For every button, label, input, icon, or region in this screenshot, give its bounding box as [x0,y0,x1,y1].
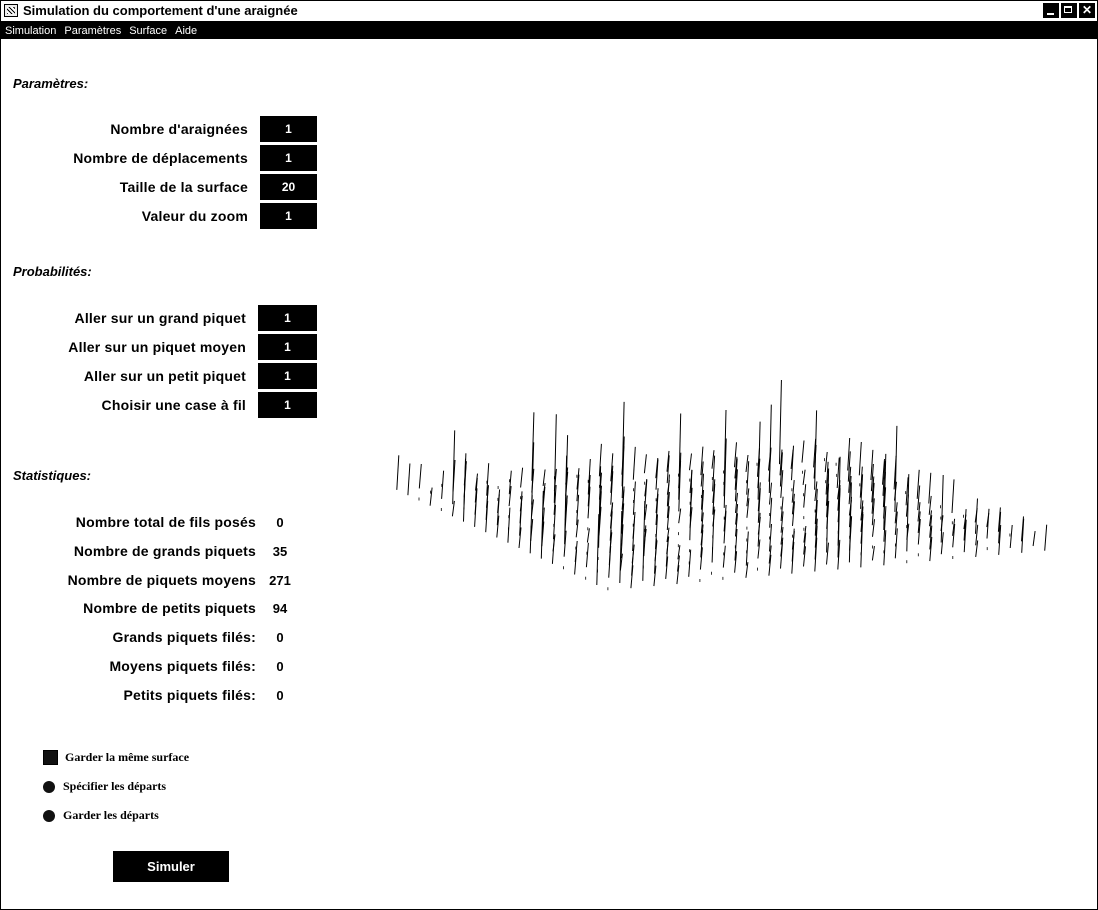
stake-moyen [586,528,590,543]
specify-starts-radio[interactable]: Spécifier les départs [43,779,166,794]
prob-label: Aller sur un piquet moyen [68,339,246,355]
stake-moyen [632,481,636,515]
stake-moyen [585,542,589,568]
surface-size-field[interactable]: 20 [260,174,317,200]
param-row-size: Taille de la surface 20 [20,174,317,200]
window-title: Simulation du comportement d'une araigné… [23,3,298,18]
stake-moyen [1032,531,1036,547]
stat-value: 0 [276,514,284,530]
stake-moyen [1009,524,1013,549]
prob-row-petit: Aller sur un petit piquet 1 [20,363,317,389]
stat-label: Moyens piquets filés: [109,658,256,674]
stake-moyen [396,455,400,490]
prob-fil-field[interactable]: 1 [258,392,317,418]
menu-simulation[interactable]: Simulation [1,25,60,37]
stake-moyen [802,469,806,485]
parametres-heading: Paramètres: [13,76,89,91]
prob-row-fil: Choisir une case à fil 1 [20,392,317,418]
menu-aide[interactable]: Aide [171,25,201,37]
stake-moyen [407,463,411,496]
param-row-spiders: Nombre d'araignées 1 [20,116,317,142]
radio-icon[interactable] [43,780,55,793]
menu-surface[interactable]: Surface [125,25,171,37]
stat-row: Nombre total de fils posés 0 [30,514,296,530]
stat-row: Grands piquets filés: 0 [30,629,296,645]
stat-value: 0 [276,629,284,645]
param-label: Taille de la surface [119,179,248,195]
simulate-button[interactable]: Simuler [113,851,229,882]
stat-row: Moyens piquets filés: 0 [30,658,296,674]
param-row-moves: Nombre de déplacements 1 [20,145,317,171]
prob-row-grand: Aller sur un grand piquet 1 [20,305,317,331]
stake-moyen [418,463,422,489]
maximize-icon[interactable] [1061,3,1077,18]
stake-moyen [643,454,647,474]
param-row-zoom: Valeur du zoom 1 [20,203,317,229]
prob-label: Aller sur un grand piquet [74,310,246,326]
statistiques-heading: Statistiques: [13,468,92,483]
prob-label: Choisir une case à fil [101,397,246,413]
radio-icon[interactable] [43,809,55,822]
stake-grand [779,380,782,465]
stake-moyen [1044,524,1048,551]
stat-label: Nombre de grands piquets [73,543,256,559]
keep-starts-radio[interactable]: Garder les départs [43,808,159,823]
stake-moyen [722,545,726,568]
prob-row-moyen: Aller sur un piquet moyen 1 [20,334,317,360]
param-label: Valeur du zoom [141,208,248,224]
stake-moyen [520,467,524,488]
stake-moyen [429,487,433,506]
zoom-field[interactable]: 1 [260,203,317,229]
stake-moyen [689,453,692,471]
stat-label: Petits piquets filés: [123,687,256,703]
keep-surface-label: Garder la même surface [65,750,190,764]
stake-moyen [951,479,955,514]
minimize-icon[interactable] [1043,3,1059,18]
close-icon[interactable] [1079,3,1095,18]
prob-moyen-field[interactable]: 1 [258,334,317,360]
stake-moyen [745,454,749,473]
stat-row: Nombre de petits piquets 94 [30,600,296,616]
stat-value: 0 [276,658,284,674]
surface-visualization [396,380,1048,591]
stake-moyen [858,441,862,476]
menu-bar: Simulation Paramètres Surface Aide [1,22,1097,39]
stake-grand [596,514,600,586]
menu-parametres[interactable]: Paramètres [60,25,125,37]
stat-row: Nombre de grands piquets 35 [30,543,296,559]
stake-moyen [632,446,636,480]
keep-starts-label: Garder les départs [63,808,159,822]
stat-label: Nombre de piquets moyens [67,572,256,588]
checkbox-icon[interactable] [43,750,58,765]
prob-label: Aller sur un petit piquet [83,368,246,384]
stake-moyen [803,484,807,508]
keep-surface-checkbox[interactable]: Garder la même surface [43,750,189,765]
app-icon [4,4,18,17]
window-controls [1043,3,1095,18]
stake-moyen [824,451,828,473]
spiders-count-field[interactable]: 1 [260,116,317,142]
stake-moyen [745,531,749,566]
stat-value: 94 [272,600,288,616]
prob-grand-field[interactable]: 1 [258,305,317,331]
param-label: Nombre de déplacements [73,150,248,166]
stake-moyen [801,440,805,463]
stake-moyen [836,457,840,489]
stat-label: Nombre de petits piquets [83,600,256,616]
stat-value: 271 [269,572,291,588]
stat-row: Petits piquets filés: 0 [30,687,296,703]
moves-count-field[interactable]: 1 [260,145,317,171]
title-bar: Simulation du comportement d'une araigné… [1,1,1097,22]
param-label: Nombre d'araignées [110,121,248,137]
stake-moyen [507,507,511,543]
stat-row: Nombre de piquets moyens 271 [30,572,296,588]
stat-label: Nombre total de fils posés [75,514,256,530]
stat-value: 35 [272,543,288,559]
specify-starts-label: Spécifier les départs [63,779,167,793]
prob-petit-field[interactable]: 1 [258,363,317,389]
probabilites-heading: Probabilités: [13,264,92,279]
stat-label: Grands piquets filés: [112,629,256,645]
stat-value: 0 [276,687,284,703]
